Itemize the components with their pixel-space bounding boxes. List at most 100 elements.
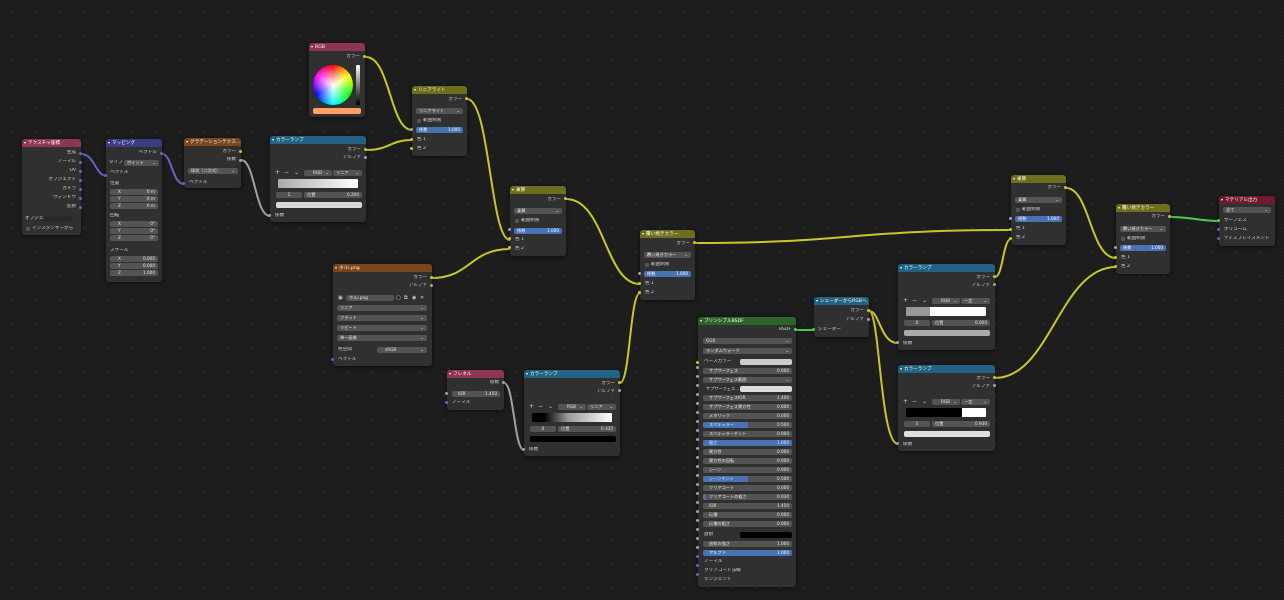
socket-color[interactable] — [564, 197, 567, 200]
socket-color[interactable] — [239, 150, 242, 153]
rotation-z[interactable]: Z 0° — [110, 235, 158, 241]
rgb-color-swatch[interactable] — [313, 108, 361, 114]
socket-float[interactable] — [696, 510, 699, 513]
chevron-down-icon[interactable]: ▾ — [700, 317, 702, 325]
socket-float[interactable] — [696, 465, 699, 468]
node-header[interactable]: ▾ RGB — [309, 43, 365, 51]
fac-slider[interactable]: 係数 1.000 — [1120, 245, 1166, 251]
rotation-y[interactable]: Y 0° — [110, 228, 158, 234]
chevron-down-icon[interactable]: ▾ — [311, 43, 313, 51]
socket-vector[interactable] — [1217, 228, 1220, 231]
rotation-x[interactable]: X 0° — [110, 221, 158, 227]
bsdf-param-row[interactable]: 伝播 0.000 — [703, 512, 792, 518]
socket-float[interactable] — [239, 159, 242, 162]
bsdf-param-row[interactable]: IOR 1.450 — [703, 503, 792, 509]
color-mode-dropdown[interactable]: RGB ⌄ — [932, 298, 960, 304]
stop-position-field[interactable]: 位置 0.200 — [304, 192, 362, 198]
interpolation-dropdown[interactable]: 一定 ⌄ — [961, 399, 990, 405]
socket-float[interactable] — [696, 420, 699, 423]
socket-color[interactable] — [410, 147, 413, 150]
socket-float[interactable] — [696, 474, 699, 477]
chevron-down-icon[interactable]: ▾ — [900, 365, 902, 373]
socket-float[interactable] — [502, 381, 505, 384]
fake-user-icon[interactable]: ▢ — [396, 295, 401, 301]
node-mapping[interactable]: ▾ マッピング ベクトル タイプ ポイント ⌄ ベクトル 位置 X0 m Y0 m … — [106, 139, 162, 282]
socket-vector[interactable] — [79, 179, 82, 182]
socket-color[interactable] — [465, 97, 468, 100]
node-header[interactable]: ▾ グラデーションテクス... — [184, 138, 241, 146]
node-header[interactable]: ▾ 乗算 — [1011, 175, 1066, 183]
add-stop-icon[interactable]: + — [275, 170, 280, 176]
blend-mode-dropdown[interactable]: 乗算 ⌄ — [514, 208, 562, 214]
socket-vector[interactable] — [104, 174, 107, 177]
color-mode-dropdown[interactable]: RGB ⌄ — [932, 399, 960, 405]
socket-float[interactable] — [696, 393, 699, 396]
close-icon[interactable]: ✕ — [420, 295, 424, 301]
color-ramp-bar[interactable] — [278, 179, 358, 188]
bsdf-param-row[interactable]: ⌄ サブサーフェス範囲 — [703, 377, 792, 383]
node-rgb[interactable]: ▾ RGB カラー — [309, 43, 365, 117]
chevron-down-icon[interactable]: ▾ — [449, 370, 451, 378]
fac-slider[interactable]: 係数 1.000 — [1015, 216, 1062, 222]
color-mode-dropdown[interactable]: RGB ⌄ — [304, 170, 332, 176]
node-header[interactable]: ▾ カラーランプ — [270, 136, 366, 144]
add-stop-icon[interactable]: + — [529, 404, 534, 410]
stop-position-field[interactable]: 位置 0.335 — [558, 426, 616, 432]
node-shader-to-rgb[interactable]: ▾ シェーダーからRGBへ カラー アルファ シェーダー — [814, 297, 869, 337]
socket-color[interactable] — [693, 241, 696, 244]
socket-float[interactable] — [410, 128, 413, 131]
location-z[interactable]: Z0 m — [110, 203, 158, 209]
color-mode-dropdown[interactable]: RGB ⌄ — [558, 404, 586, 410]
node-material-output[interactable]: ▾ マテリアル出力 全て ⌄ サーフェス ボリューム ディスプレイスメント — [1219, 196, 1275, 246]
socket-vector[interactable] — [79, 197, 82, 200]
socket-color[interactable] — [1009, 228, 1012, 231]
socket-float[interactable] — [696, 483, 699, 486]
socket-float[interactable] — [696, 447, 699, 450]
target-dropdown[interactable]: 全て ⌄ — [1223, 207, 1271, 213]
socket-float[interactable] — [522, 448, 525, 451]
socket-vector[interactable] — [696, 573, 699, 576]
extension-dropdown[interactable]: リピート ⌄ — [337, 325, 427, 331]
node-header[interactable]: ▾ カラーランプ — [898, 365, 995, 373]
node-color-ramp-3[interactable]: ▾ カラーランプ カラー アルファ + − ⌄ RGB ⌄ 一定 ⌄ 0 位置 0.00… — [898, 264, 995, 350]
fac-slider[interactable]: 係数 1.000 — [416, 127, 463, 133]
clamp-checkbox[interactable] — [645, 263, 649, 267]
socket-vector[interactable] — [79, 188, 82, 191]
socket-float[interactable] — [618, 389, 621, 392]
bsdf-param-row[interactable]: シーン 0.000 — [703, 467, 792, 473]
stop-color-swatch[interactable] — [276, 202, 362, 208]
interpolation-dropdown[interactable]: 一定 ⌄ — [961, 298, 990, 304]
base-color-swatch[interactable] — [740, 359, 792, 365]
socket-color[interactable] — [508, 246, 511, 249]
socket-float[interactable] — [696, 438, 699, 441]
socket-float[interactable] — [268, 214, 271, 217]
stop-position-field[interactable]: 位置 0.930 — [932, 421, 990, 427]
node-texture-coordinate[interactable]: ▾ テクスチャ座標 生成 ノーマル UV オブジェクト カメラ ウィンドウ 反射 … — [22, 139, 81, 235]
socket-vector[interactable] — [160, 152, 163, 155]
socket-vector[interactable] — [79, 152, 82, 155]
node-header[interactable]: ▾ テクスチャ座標 — [22, 139, 81, 147]
socket-color[interactable] — [508, 237, 511, 240]
node-fresnel[interactable]: ▾ フレネル 係数 IOR 1.450 ノーマル — [447, 370, 504, 410]
socket-color[interactable] — [993, 275, 996, 278]
ior-field[interactable]: IOR 1.450 — [452, 391, 500, 397]
socket-float[interactable] — [1114, 246, 1117, 249]
socket-float[interactable] — [364, 156, 367, 159]
stop-index-field[interactable]: 1 — [276, 192, 302, 198]
socket-shader[interactable] — [812, 328, 815, 331]
remove-stop-icon[interactable]: − — [912, 399, 917, 405]
bsdf-param-row[interactable]: サブサーフェス... — [706, 386, 792, 392]
new-image-icon[interactable]: ⧉ — [404, 295, 408, 301]
clamp-checkbox[interactable] — [515, 219, 519, 223]
socket-float[interactable] — [896, 341, 899, 344]
type-dropdown[interactable]: ポイント ⌄ — [124, 160, 159, 166]
chevron-down-icon[interactable]: ▾ — [526, 370, 528, 378]
scale-z[interactable]: Z 1.000 — [110, 270, 158, 276]
colorspace-dropdown[interactable]: sRGB ⌄ — [377, 347, 427, 353]
node-principled-bsdf[interactable]: ▾ プリンシプルBSDF BSDF GGX ⌄ ランダムウォーク ⌄ ベースカラー サ… — [698, 317, 796, 587]
bsdf-param-row[interactable]: スペキュラーチント 0.000 — [703, 431, 792, 437]
socket-vector[interactable] — [79, 161, 82, 164]
clamp-checkbox[interactable] — [1121, 237, 1125, 241]
socket-color[interactable] — [1009, 237, 1012, 240]
color-ramp-bar[interactable] — [532, 413, 612, 422]
